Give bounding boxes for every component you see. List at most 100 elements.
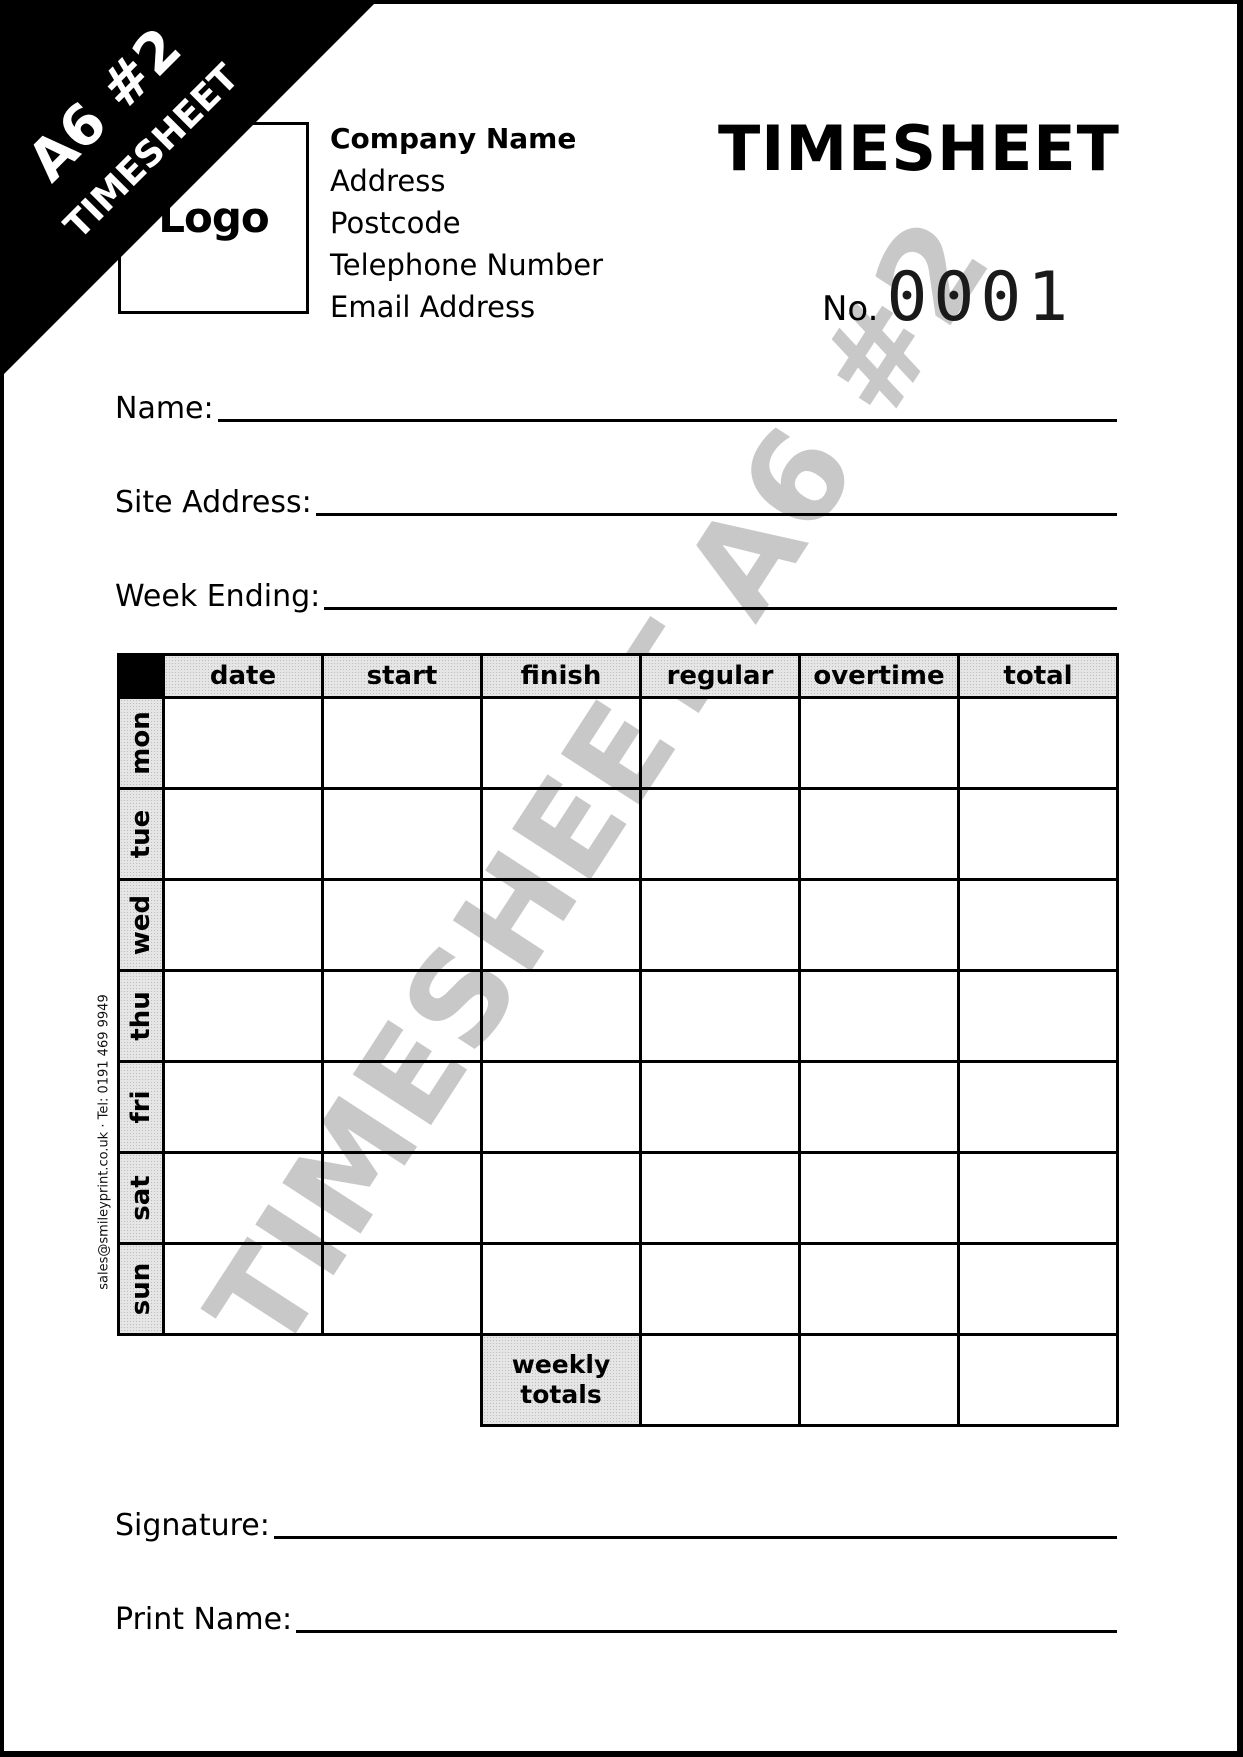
day-label-wed: wed	[117, 878, 165, 972]
cell-sun-start[interactable]	[321, 1242, 483, 1336]
day-label-fri: fri	[117, 1060, 165, 1154]
site-address-field[interactable]: Site Address:	[115, 486, 1117, 520]
company-name: Company Name	[330, 122, 577, 155]
weekly-totals-line1: weekly	[511, 1350, 611, 1379]
column-header-start: start	[321, 653, 483, 699]
cell-thu-start[interactable]	[321, 969, 483, 1063]
day-label-sun: sun	[117, 1242, 165, 1336]
column-header-label: total	[1003, 661, 1073, 691]
column-header-finish: finish	[480, 653, 642, 699]
weekly-totals-text: weekly totals	[483, 1350, 639, 1410]
site-address-label: Site Address:	[115, 485, 312, 520]
column-header-total: total	[957, 653, 1119, 699]
column-header-regular: regular	[639, 653, 801, 699]
sheet-number-value: 0001	[886, 258, 1075, 337]
name-line[interactable]	[217, 419, 1117, 422]
cell-fri-regular[interactable]	[639, 1060, 801, 1154]
cell-sun-regular[interactable]	[639, 1242, 801, 1336]
cell-thu-date[interactable]	[162, 969, 324, 1063]
cell-mon-finish[interactable]	[480, 696, 642, 790]
sheet-number-label: No.	[822, 289, 879, 329]
cell-fri-date[interactable]	[162, 1060, 324, 1154]
cell-wed-finish[interactable]	[480, 878, 642, 972]
column-header-label: date	[209, 661, 277, 691]
cell-tue-overtime[interactable]	[798, 787, 960, 881]
cell-sun-overtime[interactable]	[798, 1242, 960, 1336]
signature-field[interactable]: Signature:	[115, 1509, 1117, 1543]
signature-label: Signature:	[115, 1508, 270, 1543]
cell-thu-total[interactable]	[957, 969, 1119, 1063]
site-address-line[interactable]	[315, 513, 1117, 516]
cell-tue-regular[interactable]	[639, 787, 801, 881]
cell-mon-date[interactable]	[162, 696, 324, 790]
cell-tue-start[interactable]	[321, 787, 483, 881]
logo-label: Logo	[158, 193, 270, 242]
cell-sat-total[interactable]	[957, 1151, 1119, 1245]
cell-fri-total[interactable]	[957, 1060, 1119, 1154]
day-label: wed	[126, 894, 156, 956]
cell-thu-overtime[interactable]	[798, 969, 960, 1063]
name-label: Name:	[115, 391, 214, 426]
cell-sat-finish[interactable]	[480, 1151, 642, 1245]
cell-wed-start[interactable]	[321, 878, 483, 972]
week-ending-label: Week Ending:	[115, 579, 321, 614]
company-telephone: Telephone Number	[330, 248, 603, 282]
cell-wed-total[interactable]	[957, 878, 1119, 972]
column-header-label: regular	[666, 661, 774, 691]
day-label-mon: mon	[117, 696, 165, 790]
weekly-totals-label: weekly totals	[480, 1333, 642, 1427]
cell-mon-total[interactable]	[957, 696, 1119, 790]
logo-placeholder: Logo	[118, 122, 309, 314]
cell-tue-date[interactable]	[162, 787, 324, 881]
column-header-label: start	[366, 661, 438, 691]
print-name-field[interactable]: Print Name:	[115, 1603, 1117, 1637]
cell-fri-start[interactable]	[321, 1060, 483, 1154]
day-label: mon	[126, 711, 156, 775]
sheet-number: No. 0001	[822, 258, 1074, 337]
cell-mon-overtime[interactable]	[798, 696, 960, 790]
column-header-label: overtime	[813, 661, 945, 691]
cell-mon-regular[interactable]	[639, 696, 801, 790]
cell-sat-date[interactable]	[162, 1151, 324, 1245]
cell-sun-date[interactable]	[162, 1242, 324, 1336]
page-title: TIMESHEET	[718, 112, 1120, 185]
printer-contact: sales@smileyprint.co.uk · Tel: 0191 469 …	[96, 994, 112, 1290]
cell-fri-overtime[interactable]	[798, 1060, 960, 1154]
name-field[interactable]: Name:	[115, 392, 1117, 426]
company-email: Email Address	[330, 290, 536, 324]
cell-sat-overtime[interactable]	[798, 1151, 960, 1245]
signature-line[interactable]	[273, 1536, 1117, 1539]
cell-tue-finish[interactable]	[480, 787, 642, 881]
day-label: sat	[126, 1175, 156, 1221]
cell-sun-finish[interactable]	[480, 1242, 642, 1336]
header-corner	[117, 653, 165, 699]
day-label: fri	[126, 1090, 156, 1124]
day-label: tue	[126, 809, 156, 859]
day-label: thu	[126, 991, 156, 1041]
cell-sun-total[interactable]	[957, 1242, 1119, 1336]
cell-sat-regular[interactable]	[639, 1151, 801, 1245]
weekly-total-regular[interactable]	[639, 1333, 801, 1427]
day-label-thu: thu	[117, 969, 165, 1063]
day-label-sat: sat	[117, 1151, 165, 1245]
week-ending-line[interactable]	[324, 607, 1117, 610]
cell-thu-regular[interactable]	[639, 969, 801, 1063]
weekly-total-overtime[interactable]	[798, 1333, 960, 1427]
cell-mon-start[interactable]	[321, 696, 483, 790]
cell-sat-start[interactable]	[321, 1151, 483, 1245]
column-header-label: finish	[520, 661, 602, 691]
print-name-label: Print Name:	[115, 1602, 293, 1637]
day-label: sun	[126, 1262, 156, 1316]
cell-wed-overtime[interactable]	[798, 878, 960, 972]
day-label-tue: tue	[117, 787, 165, 881]
print-name-line[interactable]	[296, 1630, 1117, 1633]
cell-fri-finish[interactable]	[480, 1060, 642, 1154]
cell-thu-finish[interactable]	[480, 969, 642, 1063]
column-header-date: date	[162, 653, 324, 699]
cell-wed-regular[interactable]	[639, 878, 801, 972]
weekly-total-total[interactable]	[957, 1333, 1119, 1427]
week-ending-field[interactable]: Week Ending:	[115, 580, 1117, 614]
cell-wed-date[interactable]	[162, 878, 324, 972]
company-address: Address	[330, 164, 446, 198]
cell-tue-total[interactable]	[957, 787, 1119, 881]
